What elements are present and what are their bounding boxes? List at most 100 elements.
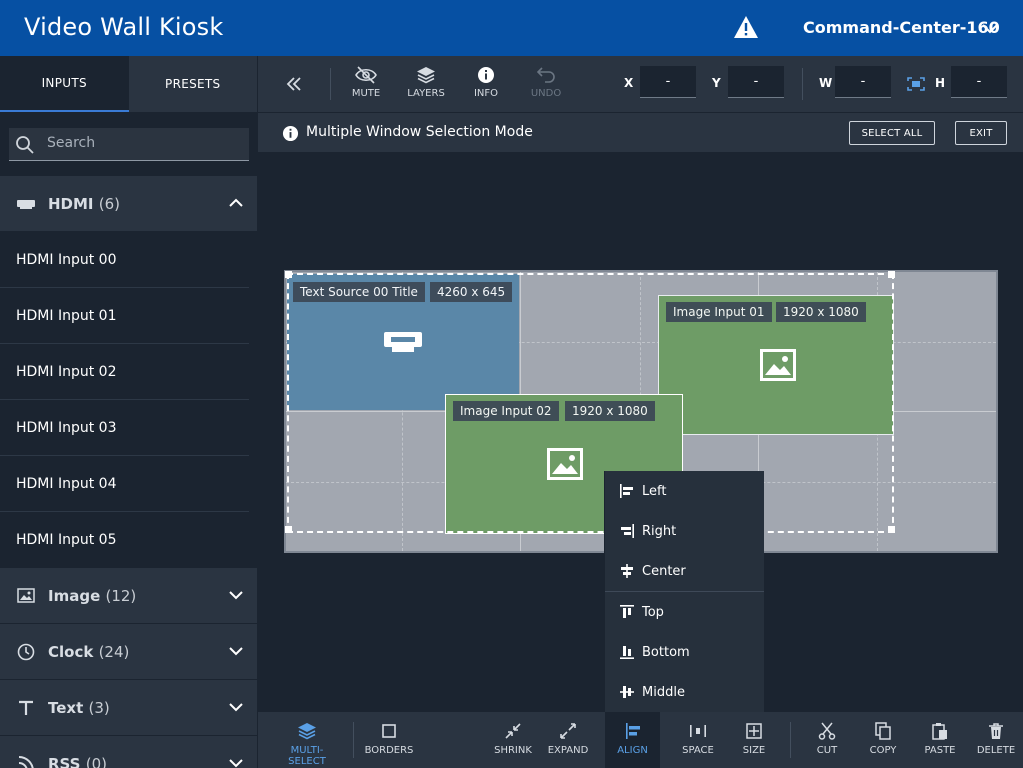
category-name: Image [48, 586, 101, 605]
h-field[interactable]: - [951, 66, 1007, 98]
warning-icon[interactable] [733, 15, 759, 39]
delete-label: DELETE [976, 745, 1016, 756]
cut-button[interactable]: CUT [807, 722, 847, 766]
w-field[interactable]: - [835, 66, 891, 98]
size-icon [746, 723, 762, 739]
undo-label: UNDO [530, 88, 562, 99]
text-icon [16, 698, 36, 718]
category-count: (24) [98, 642, 130, 661]
chevron-down-icon[interactable] [229, 758, 243, 768]
cut-label: CUT [816, 745, 838, 756]
size-button[interactable]: SIZE [734, 722, 774, 766]
resize-handle[interactable] [285, 271, 292, 278]
collapse-sidebar-icon[interactable] [286, 77, 302, 91]
list-item[interactable]: HDMI Input 02 [0, 344, 249, 400]
resize-handle[interactable] [888, 526, 895, 533]
tab-presets[interactable]: PRESETS [129, 56, 258, 112]
align-button[interactable]: ALIGN [605, 712, 660, 768]
x-field[interactable]: - [640, 66, 696, 98]
align-left-option[interactable]: Left [605, 471, 764, 511]
chevron-up-icon[interactable] [229, 198, 243, 208]
aspect-lock-icon[interactable] [907, 77, 925, 91]
layers-icon [417, 67, 435, 84]
search-box [9, 128, 249, 161]
list-item[interactable]: HDMI Input 05 [0, 512, 249, 568]
size-label: SIZE [742, 745, 766, 756]
align-top-option[interactable]: Top [605, 592, 764, 632]
trash-icon [989, 723, 1003, 739]
site-selector-label[interactable]: Command-Center-160 [803, 18, 1000, 37]
category-name: RSS [48, 754, 81, 768]
category-count: (0) [85, 754, 107, 768]
layers-button[interactable]: LAYERS [396, 66, 456, 106]
sidebar-tabs: INPUTS PRESETS [0, 56, 257, 112]
undo-icon [536, 67, 555, 83]
align-label: ALIGN [617, 745, 648, 756]
align-right-option[interactable]: Right [605, 511, 764, 551]
category-clock[interactable]: Clock (24) [0, 624, 257, 680]
paste-label: PASTE [924, 745, 956, 756]
list-item[interactable]: HDMI Input 04 [0, 456, 249, 512]
clipboard-icon [932, 723, 947, 740]
chevron-down-icon[interactable] [982, 22, 998, 34]
clock-icon [16, 642, 36, 662]
list-item[interactable]: HDMI Input 01 [0, 288, 249, 344]
paste-button[interactable]: PASTE [919, 722, 961, 766]
delete-button[interactable]: DELETE [976, 722, 1016, 766]
search-input[interactable] [47, 135, 237, 151]
divider [330, 68, 331, 100]
align-bottom-option[interactable]: Bottom [605, 632, 764, 672]
chevron-down-icon[interactable] [229, 646, 243, 656]
expand-icon [560, 723, 576, 739]
selection-mode-message: Multiple Window Selection Mode [306, 124, 533, 140]
category-count: (6) [98, 194, 120, 213]
chevron-down-icon[interactable] [229, 590, 243, 600]
layers-label: LAYERS [407, 88, 445, 99]
borders-button[interactable]: BORDERS [362, 722, 416, 766]
category-image[interactable]: Image (12) [0, 568, 257, 624]
expand-button[interactable]: EXPAND [545, 722, 591, 766]
align-center-option[interactable]: Center [605, 551, 764, 591]
align-bottom-icon [620, 646, 634, 659]
category-text[interactable]: Text (3) [0, 680, 257, 736]
shrink-button[interactable]: SHRINK [490, 722, 536, 766]
selection-mode-bar: Multiple Window Selection Mode SELECT AL… [258, 112, 1023, 152]
layers-icon [298, 723, 316, 740]
select-all-button[interactable]: SELECT ALL [849, 121, 935, 145]
divider [353, 722, 354, 758]
align-middle-option[interactable]: Middle [605, 672, 764, 712]
mute-label: MUTE [351, 88, 381, 99]
x-label: X [624, 76, 634, 90]
resize-handle[interactable] [888, 271, 895, 278]
info-icon [478, 67, 494, 83]
list-item[interactable]: HDMI Input 00 [0, 232, 249, 288]
category-count: (12) [105, 586, 137, 605]
search-icon [16, 136, 34, 154]
y-field[interactable]: - [728, 66, 784, 98]
shrink-icon [505, 723, 521, 739]
space-button[interactable]: SPACE [676, 722, 720, 766]
list-item[interactable]: HDMI Input 03 [0, 400, 249, 456]
resize-handle[interactable] [285, 526, 292, 533]
selection-outline[interactable] [287, 273, 894, 533]
mute-button[interactable]: MUTE [336, 66, 396, 106]
category-rss[interactable]: RSS (0) [0, 736, 257, 768]
align-left-label: Left [642, 483, 667, 499]
exit-button[interactable]: EXIT [955, 121, 1007, 145]
chevron-down-icon[interactable] [229, 702, 243, 712]
category-hdmi[interactable]: HDMI (6) [0, 176, 257, 232]
multi-select-button[interactable]: MULTI-SELECT [272, 722, 342, 767]
expand-label: EXPAND [547, 745, 589, 756]
align-center-label: Center [642, 563, 686, 579]
rss-icon [16, 754, 36, 768]
info-button[interactable]: INFO [456, 66, 516, 106]
align-bottom-label: Bottom [642, 644, 690, 660]
space-label: SPACE [682, 745, 714, 756]
shrink-label: SHRINK [494, 745, 532, 756]
hdmi-icon [16, 194, 36, 214]
top-toolbar: MUTE LAYERS INFO UNDO X - Y - W - H - [257, 56, 1023, 112]
scissors-icon [818, 722, 836, 740]
undo-button[interactable]: UNDO [516, 66, 576, 106]
copy-button[interactable]: COPY [863, 722, 903, 766]
tab-inputs[interactable]: INPUTS [0, 56, 129, 112]
